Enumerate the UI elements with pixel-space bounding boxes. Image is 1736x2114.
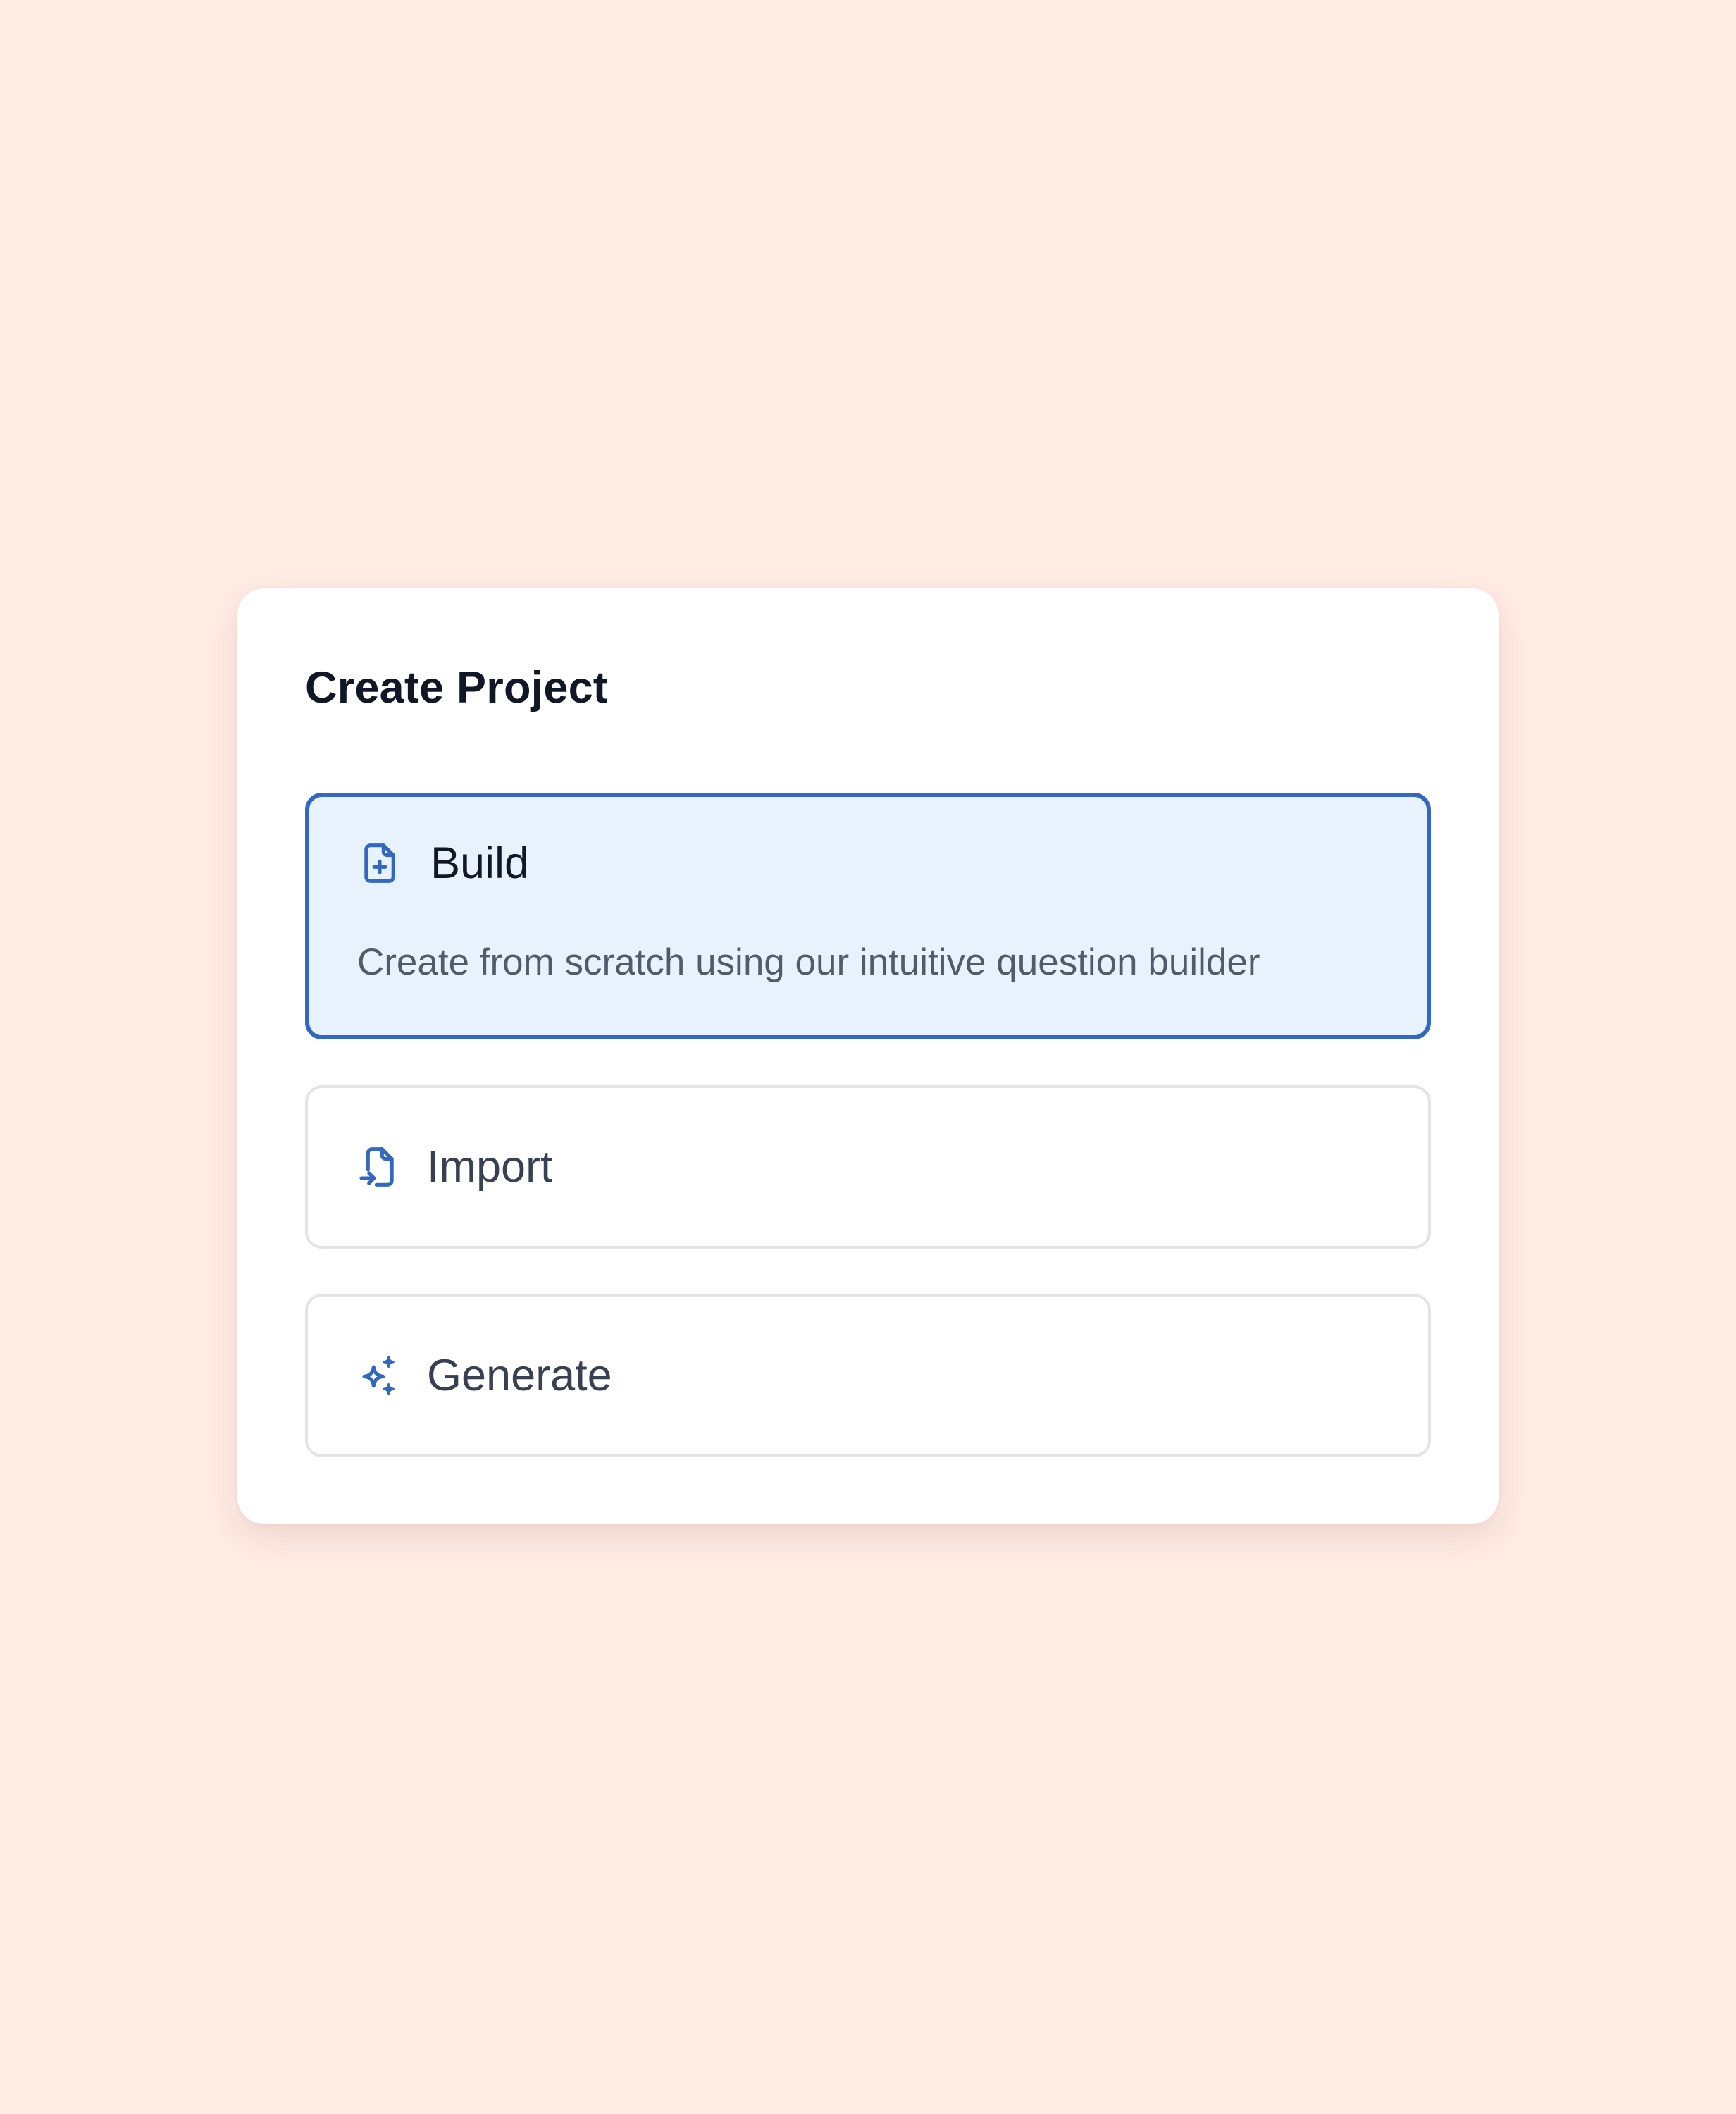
option-import-header: Import <box>356 1088 553 1246</box>
option-build-description: Create from scratch using our intuitive … <box>357 941 1260 983</box>
option-generate-label: Generate <box>427 1350 612 1400</box>
option-build-label: Build <box>430 838 530 888</box>
option-build-header: Build <box>357 841 529 886</box>
dialog-title: Create Project <box>305 663 608 712</box>
file-import-icon <box>356 1144 401 1189</box>
option-build[interactable]: Build Create from scratch using our intu… <box>305 793 1431 1039</box>
sparkles-icon <box>356 1353 401 1398</box>
option-import-label: Import <box>427 1142 553 1192</box>
option-generate[interactable]: Generate <box>305 1294 1431 1457</box>
option-import[interactable]: Import <box>305 1085 1431 1249</box>
create-project-dialog: Create Project Build Create from scratch… <box>237 588 1499 1524</box>
option-generate-header: Generate <box>356 1297 612 1454</box>
file-plus-icon <box>357 841 402 886</box>
